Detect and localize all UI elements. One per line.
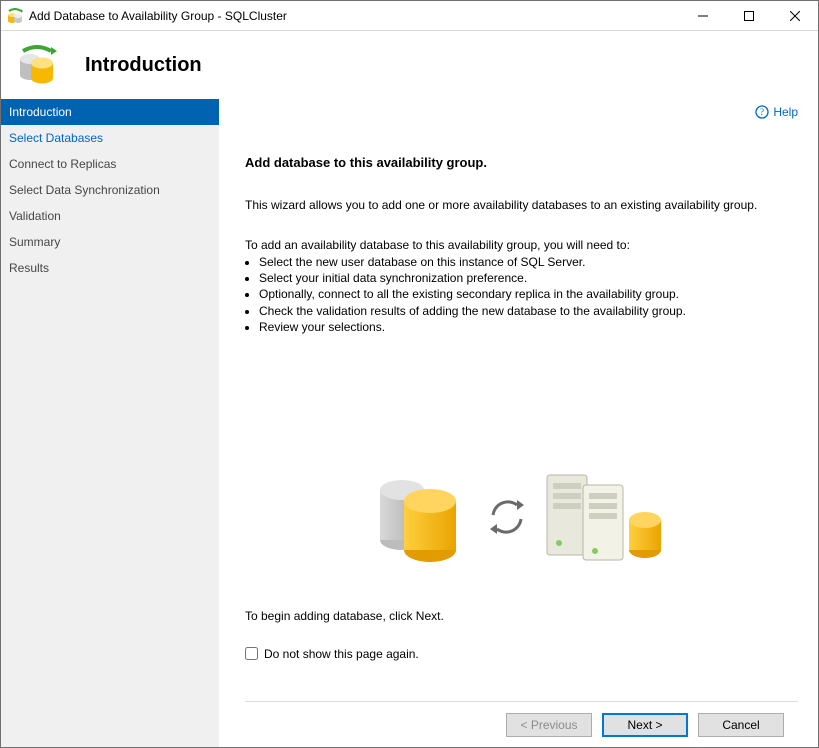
wizard-nav: Introduction Select Databases Connect to… bbox=[1, 99, 219, 747]
previous-button: < Previous bbox=[506, 713, 592, 737]
wizard-header: Introduction bbox=[1, 31, 818, 99]
illustration bbox=[245, 455, 798, 565]
nav-item-summary[interactable]: Summary bbox=[1, 229, 219, 255]
help-link[interactable]: Help bbox=[773, 105, 798, 119]
window-controls bbox=[680, 1, 818, 31]
section-title: Add database to this availability group. bbox=[245, 155, 798, 170]
nav-item-introduction[interactable]: Introduction bbox=[1, 99, 219, 125]
sync-illustration-icon bbox=[372, 455, 672, 565]
bullet-list: Select the new user database on this ins… bbox=[259, 254, 798, 335]
wizard-window: Add Database to Availability Group - SQL… bbox=[0, 0, 819, 748]
next-button[interactable]: Next > bbox=[602, 713, 688, 737]
window-title: Add Database to Availability Group - SQL… bbox=[29, 9, 680, 23]
dont-show-checkbox[interactable] bbox=[245, 647, 258, 660]
minimize-button[interactable] bbox=[680, 1, 726, 31]
begin-text: To begin adding database, click Next. bbox=[245, 609, 798, 623]
titlebar: Add Database to Availability Group - SQL… bbox=[1, 1, 818, 31]
app-icon bbox=[7, 8, 23, 24]
maximize-button[interactable] bbox=[726, 1, 772, 31]
content: Add database to this availability group.… bbox=[245, 119, 798, 701]
dont-show-row: Do not show this page again. bbox=[245, 647, 798, 661]
bullet-item: Select the new user database on this ins… bbox=[259, 254, 798, 270]
page-title: Introduction bbox=[85, 54, 202, 77]
description-text: This wizard allows you to add one or mor… bbox=[245, 198, 798, 212]
wizard-icon bbox=[17, 45, 57, 85]
cancel-button[interactable]: Cancel bbox=[698, 713, 784, 737]
wizard-main: ? Help Add database to this availability… bbox=[219, 99, 818, 747]
wizard-footer: < Previous Next > Cancel bbox=[245, 701, 798, 747]
close-button[interactable] bbox=[772, 1, 818, 31]
lead-text: To add an availability database to this … bbox=[245, 238, 798, 252]
bullet-item: Select your initial data synchronization… bbox=[259, 270, 798, 286]
nav-item-validation[interactable]: Validation bbox=[1, 203, 219, 229]
bullet-item: Review your selections. bbox=[259, 319, 798, 335]
svg-text:?: ? bbox=[760, 107, 764, 117]
help-icon: ? bbox=[755, 105, 769, 119]
bullet-item: Check the validation results of adding t… bbox=[259, 303, 798, 319]
help-row: ? Help bbox=[245, 103, 798, 119]
bullet-item: Optionally, connect to all the existing … bbox=[259, 286, 798, 302]
nav-item-select-databases[interactable]: Select Databases bbox=[1, 125, 219, 151]
nav-item-data-sync[interactable]: Select Data Synchronization bbox=[1, 177, 219, 203]
nav-item-results[interactable]: Results bbox=[1, 255, 219, 281]
dont-show-label: Do not show this page again. bbox=[264, 647, 419, 661]
wizard-body: Introduction Select Databases Connect to… bbox=[1, 99, 818, 747]
nav-item-connect-replicas[interactable]: Connect to Replicas bbox=[1, 151, 219, 177]
